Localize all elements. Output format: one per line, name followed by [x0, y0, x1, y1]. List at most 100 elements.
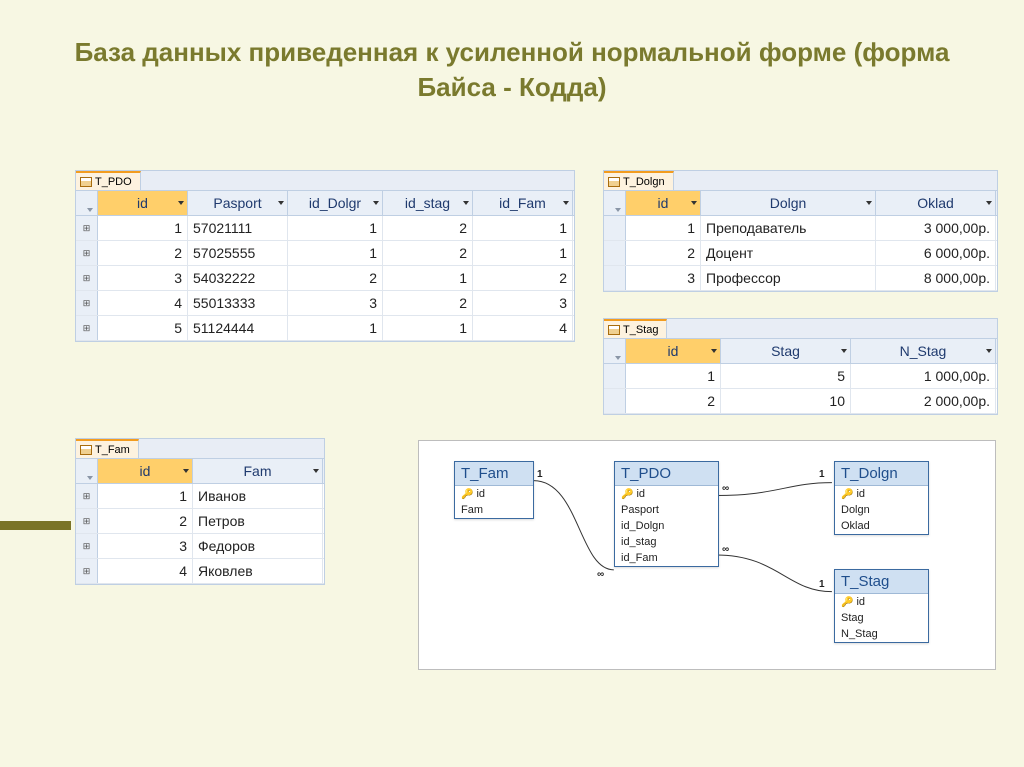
row-expander[interactable]: ⊞: [76, 534, 98, 558]
table-cell[interactable]: 1: [98, 484, 193, 508]
row-expander[interactable]: [604, 389, 626, 413]
entity-title: T_Stag: [835, 570, 928, 594]
key-icon: 🔑: [621, 489, 633, 500]
row-expander[interactable]: ⊞: [76, 266, 98, 290]
table-fam: T_Fam id Fam ⊞1Иванов ⊞2Петров ⊞3Федоров…: [75, 438, 325, 585]
table-cell[interactable]: Федоров: [193, 534, 323, 558]
table-cell[interactable]: Преподаватель: [701, 216, 876, 240]
entity-fam[interactable]: T_Fam 🔑id Fam: [454, 461, 534, 519]
entity-pdo[interactable]: T_PDO 🔑id Pasport id_Dolgn id_stag id_Fa…: [614, 461, 719, 567]
table-cell[interactable]: 2: [473, 266, 573, 290]
table-cell[interactable]: 4: [98, 559, 193, 583]
entity-field: id: [856, 596, 865, 608]
table-row: 2102 000,00р.: [604, 389, 997, 414]
table-cell[interactable]: 3: [98, 534, 193, 558]
row-expander[interactable]: [604, 364, 626, 388]
table-cell[interactable]: 5: [98, 316, 188, 340]
table-icon: [608, 324, 620, 336]
col-id-dolgr[interactable]: id_Dolgr: [288, 191, 383, 215]
table-cell[interactable]: Доцент: [701, 241, 876, 265]
table-cell[interactable]: 2: [288, 266, 383, 290]
row-expander[interactable]: [604, 266, 626, 290]
row-expander[interactable]: ⊞: [76, 291, 98, 315]
table-cell[interactable]: 57021111: [188, 216, 288, 240]
row-expander[interactable]: ⊞: [76, 241, 98, 265]
row-expander[interactable]: ⊞: [76, 509, 98, 533]
table-cell[interactable]: 1: [288, 241, 383, 265]
table-cell[interactable]: 1: [473, 241, 573, 265]
row-expander[interactable]: ⊞: [76, 316, 98, 340]
col-id[interactable]: id: [98, 191, 188, 215]
table-cell[interactable]: 1: [473, 216, 573, 240]
table-cell[interactable]: 1: [383, 316, 473, 340]
key-icon: 🔑: [841, 489, 853, 500]
table-cell[interactable]: 54032222: [188, 266, 288, 290]
table-cell[interactable]: 4: [98, 291, 188, 315]
table-cell[interactable]: 1: [288, 316, 383, 340]
table-cell[interactable]: 1: [383, 266, 473, 290]
col-id[interactable]: id: [626, 191, 701, 215]
table-cell[interactable]: 5: [721, 364, 851, 388]
col-pasport[interactable]: Pasport: [188, 191, 288, 215]
table-cell[interactable]: 1: [626, 364, 721, 388]
col-stag[interactable]: Stag: [721, 339, 851, 363]
col-id[interactable]: id: [98, 459, 193, 483]
tab-dolgn[interactable]: T_Dolgn: [604, 171, 674, 190]
table-cell[interactable]: 1 000,00р.: [851, 364, 996, 388]
col-fam[interactable]: Fam: [193, 459, 323, 483]
tab-stag[interactable]: T_Stag: [604, 319, 667, 338]
table-cell[interactable]: 2: [98, 509, 193, 533]
col-id[interactable]: id: [626, 339, 721, 363]
entity-dolgn[interactable]: T_Dolgn 🔑id Dolgn Oklad: [834, 461, 929, 535]
table-cell[interactable]: 51124444: [188, 316, 288, 340]
table-cell[interactable]: 3: [626, 266, 701, 290]
table-cell[interactable]: Яковлев: [193, 559, 323, 583]
entity-field: Dolgn: [841, 504, 870, 516]
table-cell[interactable]: 10: [721, 389, 851, 413]
row-expander[interactable]: ⊞: [76, 216, 98, 240]
table-cell[interactable]: 3 000,00р.: [876, 216, 996, 240]
tab-fam[interactable]: T_Fam: [76, 439, 139, 458]
table-cell[interactable]: 3: [98, 266, 188, 290]
table-cell[interactable]: 57025555: [188, 241, 288, 265]
table-cell[interactable]: 3: [288, 291, 383, 315]
table-cell[interactable]: 2: [626, 389, 721, 413]
col-id-stag[interactable]: id_stag: [383, 191, 473, 215]
row-selector-head[interactable]: [76, 459, 98, 483]
table-cell[interactable]: 2: [383, 241, 473, 265]
entity-stag[interactable]: T_Stag 🔑id Stag N_Stag: [834, 569, 929, 643]
row-expander[interactable]: [604, 241, 626, 265]
row-expander[interactable]: [604, 216, 626, 240]
page-title: База данных приведенная к усиленной норм…: [0, 0, 1024, 105]
row-selector-head[interactable]: [76, 191, 98, 215]
col-id-fam[interactable]: id_Fam: [473, 191, 573, 215]
relationship-diagram: 1 ∞ 1 ∞ 1 ∞ T_Fam 🔑id Fam T_PDO 🔑id Pasp…: [418, 440, 996, 670]
table-cell[interactable]: 2: [383, 291, 473, 315]
table-row: ⊞1Иванов: [76, 484, 324, 509]
table-cell[interactable]: 2: [626, 241, 701, 265]
table-cell[interactable]: 2 000,00р.: [851, 389, 996, 413]
col-dolgn[interactable]: Dolgn: [701, 191, 876, 215]
table-cell[interactable]: Профессор: [701, 266, 876, 290]
table-cell[interactable]: Иванов: [193, 484, 323, 508]
row-selector-head[interactable]: [604, 339, 626, 363]
table-cell[interactable]: 6 000,00р.: [876, 241, 996, 265]
table-cell[interactable]: Петров: [193, 509, 323, 533]
entity-field: id_Dolgn: [621, 520, 664, 532]
table-cell[interactable]: 4: [473, 316, 573, 340]
row-expander[interactable]: ⊞: [76, 559, 98, 583]
table-cell[interactable]: 2: [98, 241, 188, 265]
row-selector-head[interactable]: [604, 191, 626, 215]
table-cell[interactable]: 8 000,00р.: [876, 266, 996, 290]
table-cell[interactable]: 1: [626, 216, 701, 240]
table-cell[interactable]: 1: [288, 216, 383, 240]
table-cell[interactable]: 2: [383, 216, 473, 240]
table-cell[interactable]: 1: [98, 216, 188, 240]
col-nstag[interactable]: N_Stag: [851, 339, 996, 363]
table-cell[interactable]: 55013333: [188, 291, 288, 315]
table-row: ⊞354032222212: [76, 266, 574, 291]
table-cell[interactable]: 3: [473, 291, 573, 315]
row-expander[interactable]: ⊞: [76, 484, 98, 508]
tab-pdo[interactable]: T_PDO: [76, 171, 141, 190]
col-oklad[interactable]: Oklad: [876, 191, 996, 215]
